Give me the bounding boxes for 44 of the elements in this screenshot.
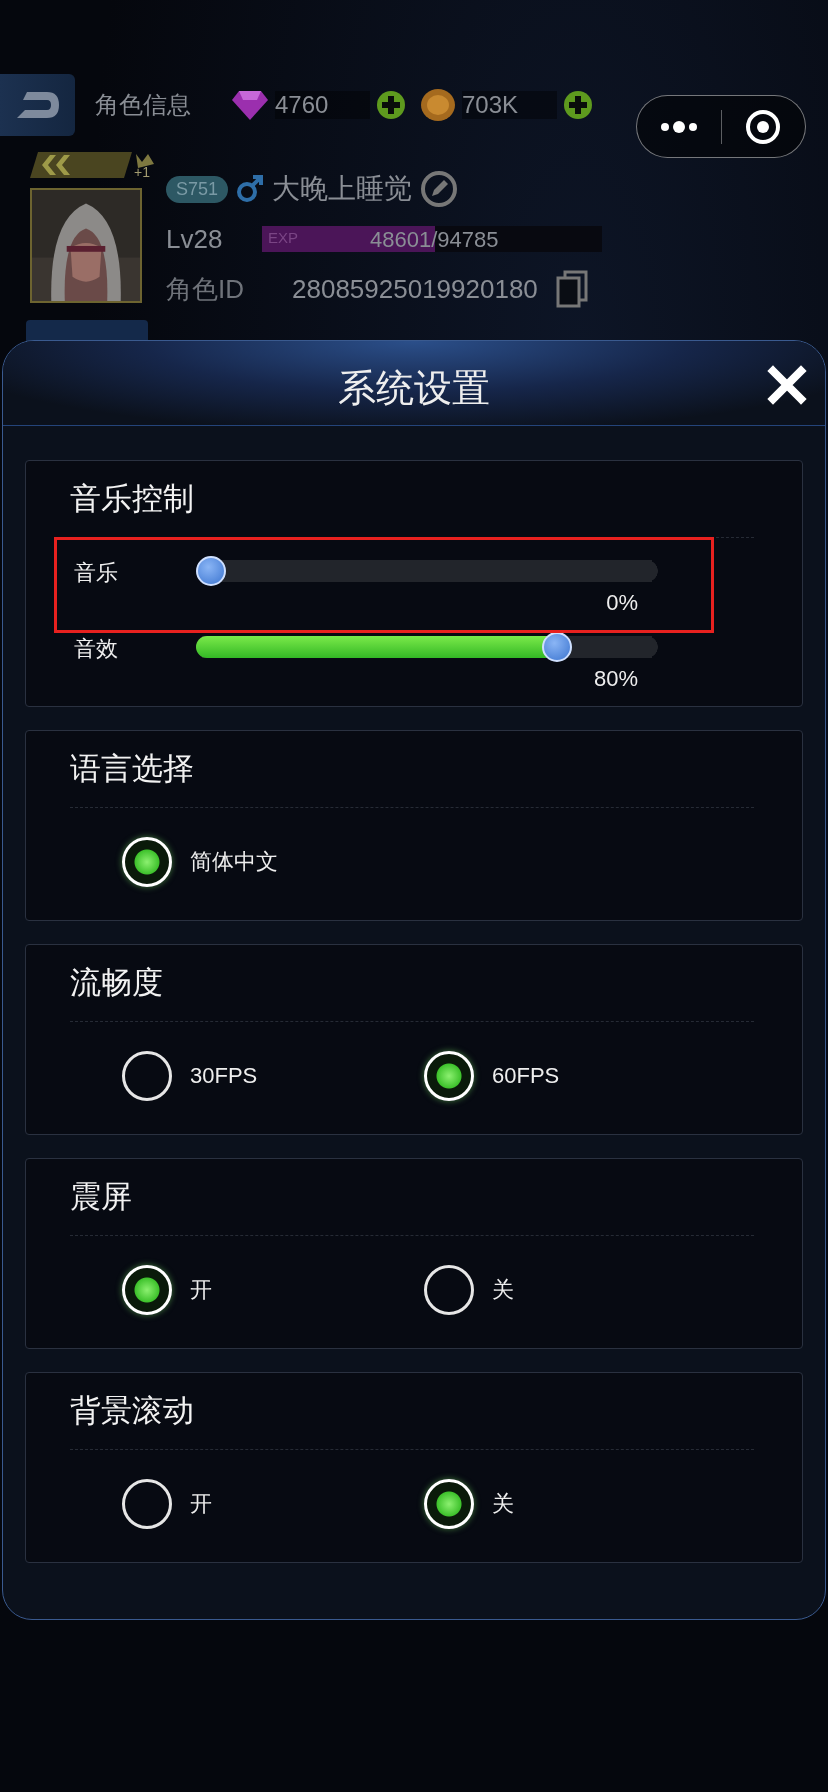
section-title: 背景滚动 bbox=[70, 1392, 195, 1430]
rank-bonus: +1 bbox=[134, 164, 150, 180]
dialog-title: 系统设置 bbox=[338, 365, 490, 411]
option-label: 关 bbox=[492, 1276, 514, 1304]
section-title: 震屏 bbox=[70, 1178, 133, 1216]
slider-reading: 80% bbox=[593, 666, 638, 692]
option-label: 关 bbox=[492, 1490, 514, 1518]
section-title: 音乐控制 bbox=[70, 480, 195, 518]
currency-amount: 703K bbox=[462, 91, 557, 119]
gem-icon bbox=[231, 89, 269, 121]
male-icon bbox=[236, 174, 265, 204]
plus-icon bbox=[563, 90, 593, 120]
option-label: 30FPS bbox=[190, 1063, 258, 1089]
back-button[interactable] bbox=[0, 74, 75, 136]
add-button[interactable] bbox=[376, 90, 406, 120]
currency-amount: 4760 bbox=[275, 91, 370, 119]
close-icon bbox=[767, 365, 807, 405]
option-label: 60FPS bbox=[492, 1063, 560, 1089]
option-label: 简体中文 bbox=[190, 848, 278, 876]
page-title: 角色信息 bbox=[95, 90, 191, 120]
id-label: 角色ID bbox=[166, 272, 245, 306]
radio-button[interactable] bbox=[424, 1265, 474, 1315]
slider-label: 音效 bbox=[73, 635, 119, 663]
radio-button[interactable] bbox=[122, 1051, 172, 1101]
slider-thumb[interactable] bbox=[196, 556, 226, 586]
slider-label: 音乐 bbox=[73, 559, 119, 587]
copy-icon[interactable] bbox=[555, 270, 588, 308]
option-label: 开 bbox=[190, 1276, 212, 1304]
target-icon bbox=[745, 108, 782, 145]
more-icon bbox=[658, 119, 699, 134]
radio-button[interactable] bbox=[122, 1479, 172, 1529]
level-text: Lv28 bbox=[166, 223, 224, 255]
option-label: 开 bbox=[190, 1490, 212, 1518]
close-button[interactable] bbox=[767, 365, 807, 405]
player-name: 大晚上睡觉 bbox=[272, 172, 413, 206]
plus-icon bbox=[376, 90, 406, 120]
id-value: 28085925019920180 bbox=[292, 273, 538, 305]
add-button[interactable] bbox=[563, 90, 593, 120]
section-title: 语言选择 bbox=[70, 750, 195, 788]
server-badge: S751 bbox=[166, 175, 229, 203]
section-title: 流畅度 bbox=[70, 964, 164, 1002]
slider-reading: 0% bbox=[606, 590, 638, 616]
edit-icon[interactable] bbox=[420, 170, 459, 208]
coin-icon bbox=[420, 87, 456, 123]
